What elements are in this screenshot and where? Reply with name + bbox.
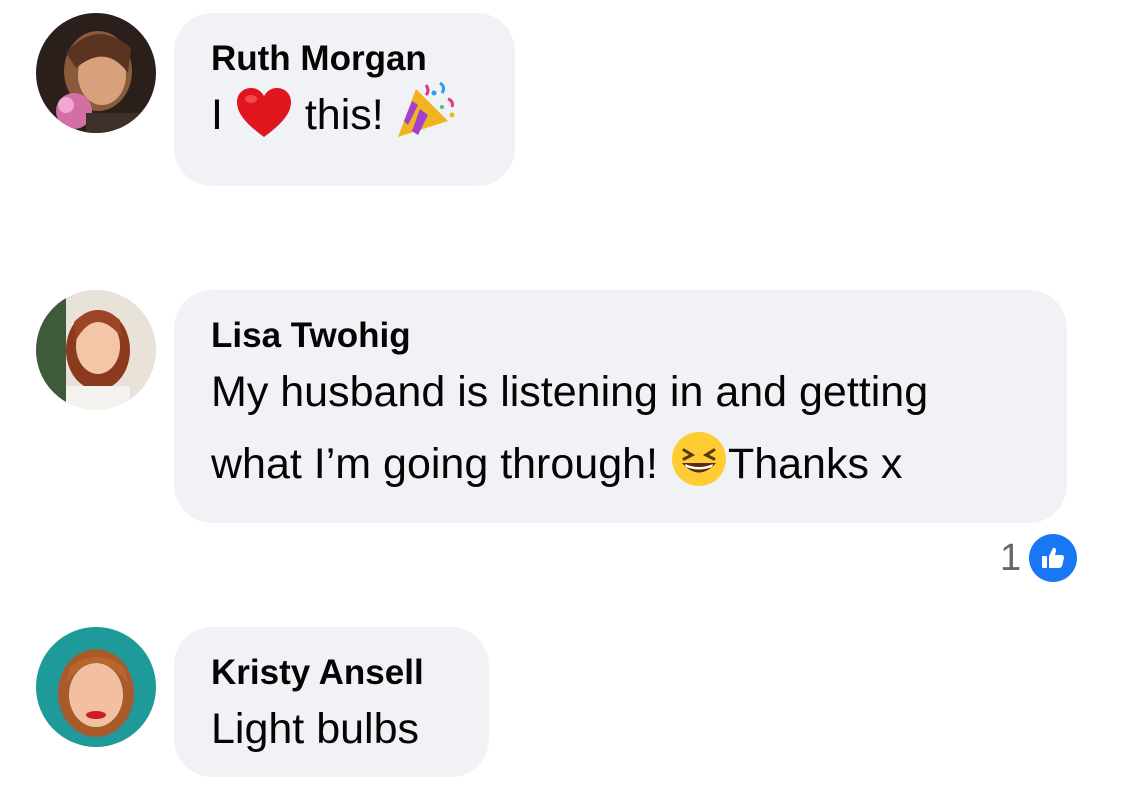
comment-text-part: what I’m going through!	[211, 440, 658, 488]
comment-text-part: I	[211, 91, 223, 139]
red-heart-emoji-icon	[236, 88, 291, 137]
reaction-count: 1	[1000, 536, 1022, 579]
reaction-summary[interactable]: 1	[1000, 533, 1078, 583]
comment-bubble: Lisa Twohig My husband is listening in a…	[174, 290, 1067, 523]
comment-author-name[interactable]: Kristy Ansell	[211, 653, 451, 693]
party-popper-emoji-icon	[397, 81, 455, 137]
avatar-kristy-ansell[interactable]	[36, 627, 156, 747]
comment-text-line: what I’m going through! Thanks x	[211, 428, 1029, 500]
comment-text: My husband is listening in and getting w…	[211, 356, 1029, 500]
comment-text: I this!	[211, 79, 477, 151]
avatar-lisa-twohig[interactable]	[36, 290, 156, 410]
comment-text-part: this!	[304, 91, 384, 139]
comment-bubble: Ruth Morgan I this!	[174, 13, 515, 186]
comment-author-name[interactable]: Ruth Morgan	[211, 39, 477, 79]
comment-text-part: Thanks x	[727, 440, 903, 488]
avatar-ruth-morgan[interactable]	[36, 13, 156, 133]
like-reaction-icon	[1029, 534, 1078, 582]
comment-bubble: Kristy Ansell Light bulbs	[174, 627, 489, 777]
comment-text: Light bulbs	[211, 705, 419, 753]
comment-text-line: My husband is listening in and getting	[211, 368, 929, 416]
comment-author-name[interactable]: Lisa Twohig	[211, 316, 1029, 356]
grinning-squinting-face-emoji-icon	[671, 432, 726, 486]
